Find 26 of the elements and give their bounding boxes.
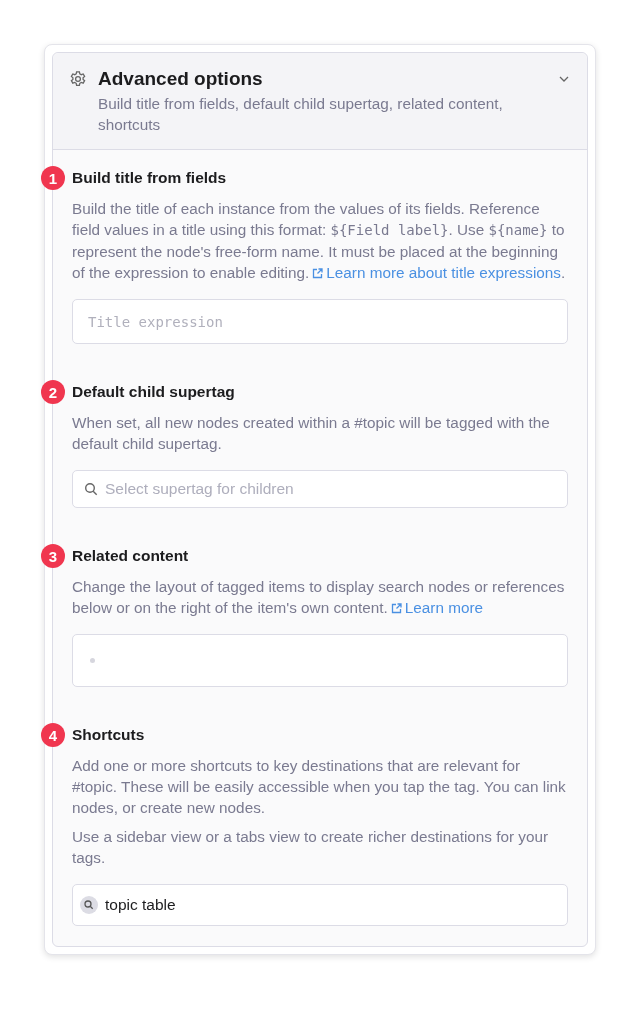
search-field[interactable]: topic table: [72, 884, 568, 926]
panel-subtitle: Build title from fields, default child supertag, related content, shortcuts: [98, 94, 504, 135]
description: When set, all new nodes created within a #topic will be tagged with the default child supertag.: [72, 413, 551, 454]
section-title: Related content: [72, 547, 189, 565]
number-badge: 2: [41, 380, 65, 404]
number-badge: 4: [41, 723, 65, 747]
description: Add one or more shortcuts to key destinations that are relevant for #topic. These will be easily accessible when you tap the tag. You can link nodes, or create new nodes.: [72, 756, 567, 818]
external-link-icon: [390, 603, 402, 614]
panel-title: Advanced options: [98, 67, 264, 91]
description: Build the title of each instance from the values of its fields. Reference field values in a title using this format: ${Field label}. Use ${name} to represent the node's free-form name. It must be placed at the beginning of the expression to enable editing. Learn more about title expressions.: [72, 199, 567, 283]
description: Use a sidebar view or a tabs view to create richer destinations for your tags.: [72, 827, 550, 868]
input-field[interactable]: [72, 634, 568, 687]
input-field[interactable]: Title expression: [72, 299, 568, 344]
panel-header[interactable]: Advanced options Build title from fields, default child supertag, related content, shortcuts: [53, 53, 587, 150]
external-link-icon: [312, 268, 324, 279]
bullet-icon: [90, 658, 95, 663]
search-icon: [80, 896, 98, 914]
search-icon: [84, 482, 98, 496]
number-badge: 1: [41, 166, 65, 190]
section-title: Build title from fields: [72, 169, 227, 187]
search-field[interactable]: Select supertag for children: [72, 470, 568, 508]
settings-icon: [69, 70, 87, 88]
section-title: Default child supertag: [72, 383, 235, 401]
description: Change the layout of tagged items to display search nodes or references below or on the right of the item's own content. Learn more: [72, 577, 566, 618]
section-title: Shortcuts: [72, 726, 145, 744]
number-badge: 3: [41, 544, 65, 568]
